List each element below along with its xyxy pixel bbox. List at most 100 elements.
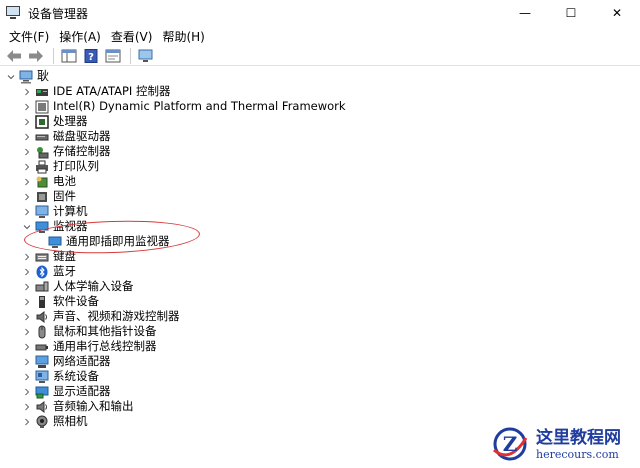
close-button[interactable]: ✕: [594, 0, 640, 26]
chevron-right-icon[interactable]: [22, 279, 32, 294]
chevron-right-icon[interactable]: [22, 189, 32, 204]
chevron-right-icon[interactable]: [22, 84, 32, 99]
chevron-right-icon[interactable]: [22, 204, 32, 219]
watermark-text-en: herecours.com: [536, 447, 619, 461]
properties-button[interactable]: [103, 47, 123, 65]
bluetooth-icon: [35, 265, 49, 279]
chevron-right-icon[interactable]: [22, 114, 32, 129]
tree-item-label: 通用即插即用监视器: [66, 234, 170, 248]
tree-root[interactable]: 耿: [6, 69, 49, 84]
tree-item-firmware[interactable]: 固件: [22, 189, 76, 204]
tree-item-processor[interactable]: 处理器: [22, 114, 88, 129]
tree-item-mouse[interactable]: 鼠标和其他指针设备: [22, 324, 157, 339]
tree-item-label: 照相机: [53, 414, 88, 428]
tree-item-system-device[interactable]: 系统设备: [22, 369, 99, 384]
tree-item-label: 声音、视频和游戏控制器: [53, 309, 180, 323]
chevron-right-icon[interactable]: [22, 174, 32, 189]
chevron-right-icon[interactable]: [22, 399, 32, 414]
tree-item-network-adapter[interactable]: 网络适配器: [22, 354, 111, 369]
tree-item-label: Intel(R) Dynamic Platform and Thermal Fr…: [53, 99, 346, 113]
device-manager-icon: [6, 5, 22, 21]
ide-controller-icon: [35, 85, 49, 99]
computer-icon: [35, 205, 49, 219]
chevron-right-icon[interactable]: [22, 99, 32, 114]
tree-item-storage-controller[interactable]: 存储控制器: [22, 144, 111, 159]
device-tree: 耿 IDE ATA/ATAPI 控制器 Intel(R) Dynamic Pla…: [0, 67, 640, 468]
chevron-right-icon[interactable]: [22, 144, 32, 159]
minimize-button[interactable]: —: [502, 0, 548, 26]
help-button[interactable]: ?: [81, 47, 101, 65]
tree-item-computer[interactable]: 计算机: [22, 204, 88, 219]
battery-icon: [35, 175, 49, 189]
forward-button[interactable]: [26, 47, 46, 65]
chevron-right-icon[interactable]: [22, 294, 32, 309]
chevron-down-icon[interactable]: [6, 69, 16, 84]
tree-item-monitor[interactable]: 监视器: [22, 219, 88, 234]
tree-item-display-adapter[interactable]: 显示适配器: [22, 384, 111, 399]
tree-item-battery[interactable]: 电池: [22, 174, 76, 189]
tree-item-label: 通用串行总线控制器: [53, 339, 157, 353]
window-title: 设备管理器: [28, 6, 89, 21]
storage-controller-icon: [35, 145, 49, 159]
tree-root-label: 耿: [37, 69, 50, 83]
tree-item-generic-pnp-monitor[interactable]: 通用即插即用监视器: [48, 234, 170, 249]
tree-item-sound[interactable]: 声音、视频和游戏控制器: [22, 309, 180, 324]
tree-item-intel-framework[interactable]: Intel(R) Dynamic Platform and Thermal Fr…: [22, 99, 346, 114]
tree-item-usb[interactable]: 通用串行总线控制器: [22, 339, 157, 354]
chevron-right-icon[interactable]: [22, 129, 32, 144]
tree-item-disk-drive[interactable]: 磁盘驱动器: [22, 129, 111, 144]
tree-item-ide[interactable]: IDE ATA/ATAPI 控制器: [22, 84, 170, 99]
tree-item-label: 计算机: [53, 204, 88, 218]
chevron-right-icon[interactable]: [22, 264, 32, 279]
tree-item-label: 处理器: [53, 114, 88, 128]
chevron-right-icon[interactable]: [22, 354, 32, 369]
menu-file[interactable]: 文件(F): [4, 28, 54, 45]
chevron-right-icon[interactable]: [22, 159, 32, 174]
firmware-icon: [35, 190, 49, 204]
tree-item-label: 打印队列: [53, 159, 99, 173]
hid-icon: [35, 280, 49, 294]
system-device-icon: [35, 370, 49, 384]
chevron-right-icon[interactable]: [22, 309, 32, 324]
svg-text:?: ?: [88, 52, 94, 63]
tree-item-audio-io[interactable]: 音频输入和输出: [22, 399, 134, 414]
menu-bar: 文件(F) 操作(A) 查看(V) 帮助(H): [0, 26, 640, 46]
chevron-down-icon[interactable]: [22, 219, 32, 234]
tree-item-label: 人体学输入设备: [53, 279, 134, 293]
properties-icon: [105, 49, 121, 62]
tree-item-label: IDE ATA/ATAPI 控制器: [53, 84, 171, 98]
tree-item-bluetooth[interactable]: 蓝牙: [22, 264, 76, 279]
tree-item-label: 电池: [53, 174, 76, 188]
tree-item-camera[interactable]: 照相机: [22, 414, 88, 429]
mouse-icon: [35, 325, 49, 339]
site-watermark: Z 这里教程网 herecours.com: [490, 420, 640, 468]
chevron-right-icon[interactable]: [22, 384, 32, 399]
help-book-icon: ?: [84, 48, 98, 63]
tree-item-software-device[interactable]: 软件设备: [22, 294, 99, 309]
network-adapter-icon: [35, 355, 49, 369]
tree-item-label: 磁盘驱动器: [53, 129, 111, 143]
tree-item-keyboard[interactable]: 键盘: [22, 249, 76, 264]
chevron-right-icon[interactable]: [22, 369, 32, 384]
menu-view[interactable]: 查看(V): [106, 28, 158, 45]
tree-item-print-queue[interactable]: 打印队列: [22, 159, 99, 174]
back-button[interactable]: [4, 47, 24, 65]
window-controls: — ☐ ✕: [502, 0, 640, 26]
menu-action[interactable]: 操作(A): [54, 28, 106, 45]
chevron-right-icon[interactable]: [22, 414, 32, 429]
show-hide-tree-button[interactable]: [59, 47, 79, 65]
svg-text:Z: Z: [503, 432, 518, 456]
menu-help[interactable]: 帮助(H): [157, 28, 209, 45]
chevron-right-icon[interactable]: [22, 324, 32, 339]
monitor-icon: [48, 235, 62, 249]
maximize-button[interactable]: ☐: [548, 0, 594, 26]
disk-drive-icon: [35, 130, 49, 144]
tree-item-label: 系统设备: [53, 369, 99, 383]
chevron-right-icon[interactable]: [22, 339, 32, 354]
scan-hardware-button[interactable]: [136, 47, 156, 65]
chevron-right-icon[interactable]: [22, 249, 32, 264]
toolbar-separator: [53, 47, 54, 64]
tree-item-hid[interactable]: 人体学输入设备: [22, 279, 134, 294]
tree-item-label: 固件: [53, 189, 76, 203]
camera-icon: [35, 415, 49, 429]
